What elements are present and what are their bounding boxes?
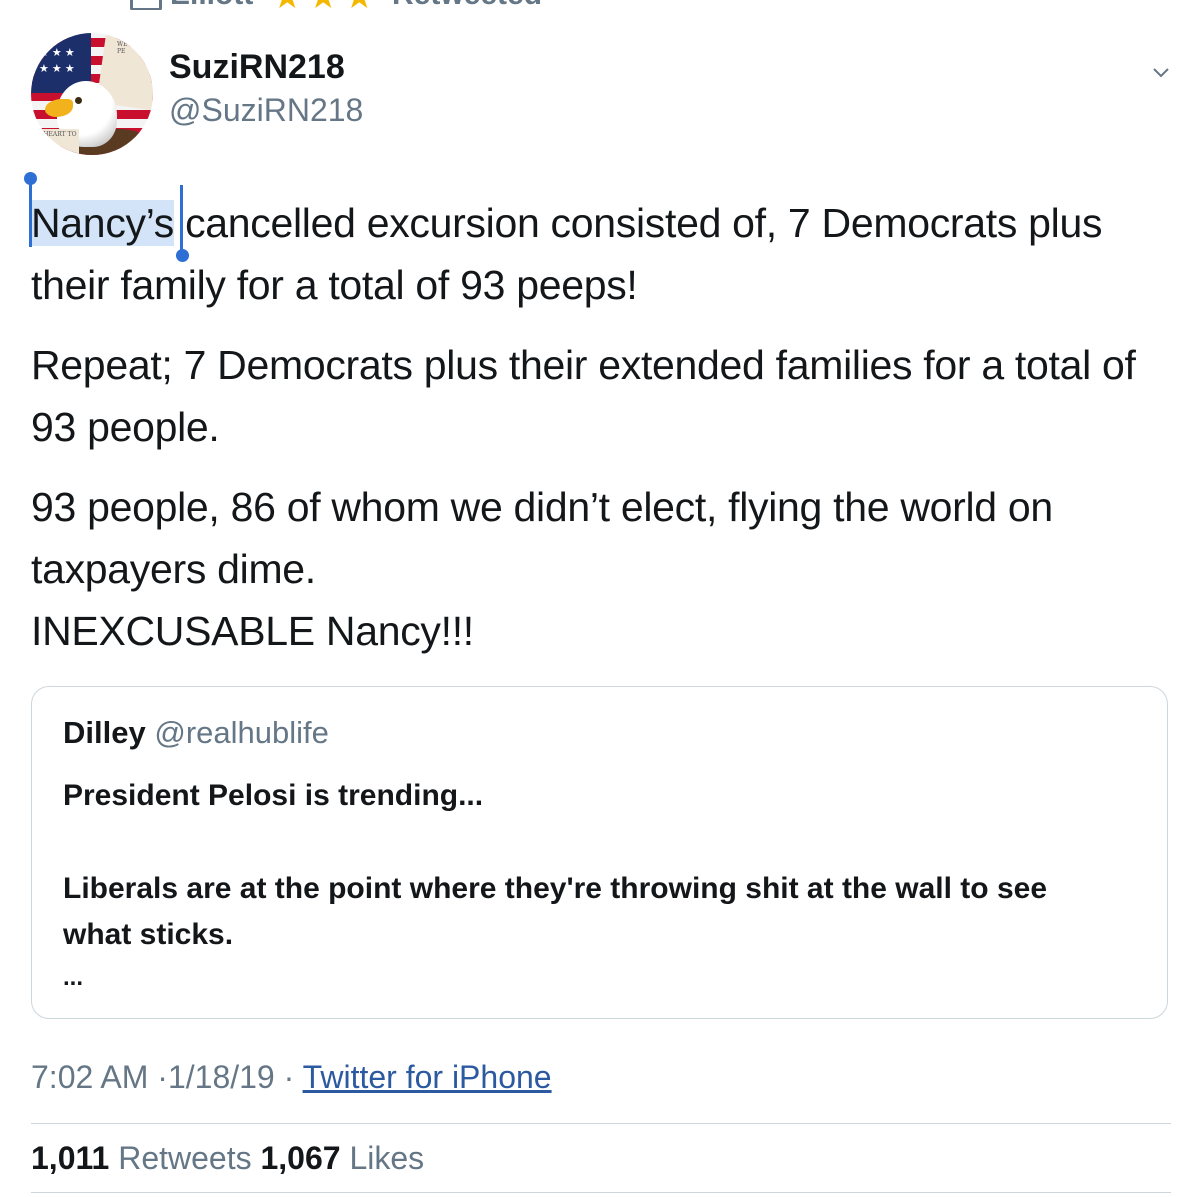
quoted-line: President Pelosi is trending...: [63, 779, 484, 812]
quoted-line: Liberals are at the point where they're …: [63, 872, 1048, 951]
meta-separator: ·: [283, 1059, 295, 1095]
avatar[interactable]: WE THE PE RT HEART TO TRUE: [31, 33, 153, 155]
tweet-source-link[interactable]: Twitter for iPhone: [303, 1059, 552, 1095]
retweeted-by-header: Elliott ★ ★ ★ Retweeted: [0, 0, 1200, 10]
likes-count: 1,067: [260, 1140, 341, 1176]
likes-stat[interactable]: 1,067 Likes: [260, 1140, 424, 1176]
chevron-down-icon[interactable]: [1151, 66, 1171, 80]
retweets-stat[interactable]: 1,011 Retweets: [31, 1140, 252, 1176]
tweet-paragraph-text: 93 people, 86 of whom we didn’t elect, f…: [31, 484, 1053, 592]
eagle-eye-graphic: [75, 97, 82, 104]
tweet-text: Nancy’s cancelled excursion consisted of…: [31, 192, 1181, 662]
meta-separator: ·: [157, 1059, 168, 1095]
avatar-text: WE THE PE: [117, 41, 144, 55]
tweet-stats: 1,011 Retweets 1,067 Likes: [31, 1140, 424, 1177]
tweet-paragraph-text: INEXCUSABLE Nancy!!!: [31, 608, 474, 654]
retweeted-label: Retweeted: [392, 0, 542, 10]
tweet-paragraph: 93 people, 86 of whom we didn’t elect, f…: [31, 476, 1181, 662]
retweet-icon: [130, 0, 162, 10]
selection-start-bar: [29, 181, 32, 247]
tweet-time: 7:02 AM: [31, 1059, 149, 1095]
tweet-paragraph: Nancy’s cancelled excursion consisted of…: [31, 192, 1181, 316]
selected-text[interactable]: Nancy’s: [31, 200, 174, 246]
retweets-count: 1,011: [31, 1140, 110, 1176]
quoted-author-name: Dilley: [63, 715, 146, 750]
tweet-date: 1/18/19: [167, 1059, 275, 1095]
quoted-ellipsis: ...: [63, 964, 84, 991]
star-icon: ★: [344, 0, 374, 10]
star-icon: ★: [272, 0, 302, 10]
avatar-text: RT HEART TO TRUE: [31, 129, 79, 155]
tweet-paragraph: Repeat; 7 Democrats plus their extended …: [31, 342, 1136, 450]
divider: [31, 1123, 1171, 1124]
tweet-meta: 7:02 AM ·1/18/19 · Twitter for iPhone: [31, 1059, 552, 1096]
selection-end-bar: [180, 185, 183, 253]
retweets-label: Retweets: [118, 1140, 252, 1176]
quoted-tweet-header: Dilley @realhublife: [63, 715, 329, 751]
likes-label: Likes: [349, 1140, 425, 1176]
quoted-tweet-text: President Pelosi is trending... Liberals…: [63, 773, 1123, 998]
divider: [31, 1192, 1171, 1193]
author-display-name[interactable]: SuziRN218: [169, 48, 345, 87]
tweet-paragraph-text: cancelled excursion consisted of, 7 Demo…: [31, 200, 1103, 308]
quoted-author-handle: @realhublife: [154, 715, 329, 750]
selection-end-handle[interactable]: [176, 249, 189, 262]
author-handle[interactable]: @SuziRN218: [169, 92, 363, 129]
quoted-tweet-card[interactable]: Dilley @realhublife President Pelosi is …: [31, 686, 1168, 1019]
retweeter-name[interactable]: Elliott: [170, 0, 253, 10]
star-icon: ★: [308, 0, 338, 10]
